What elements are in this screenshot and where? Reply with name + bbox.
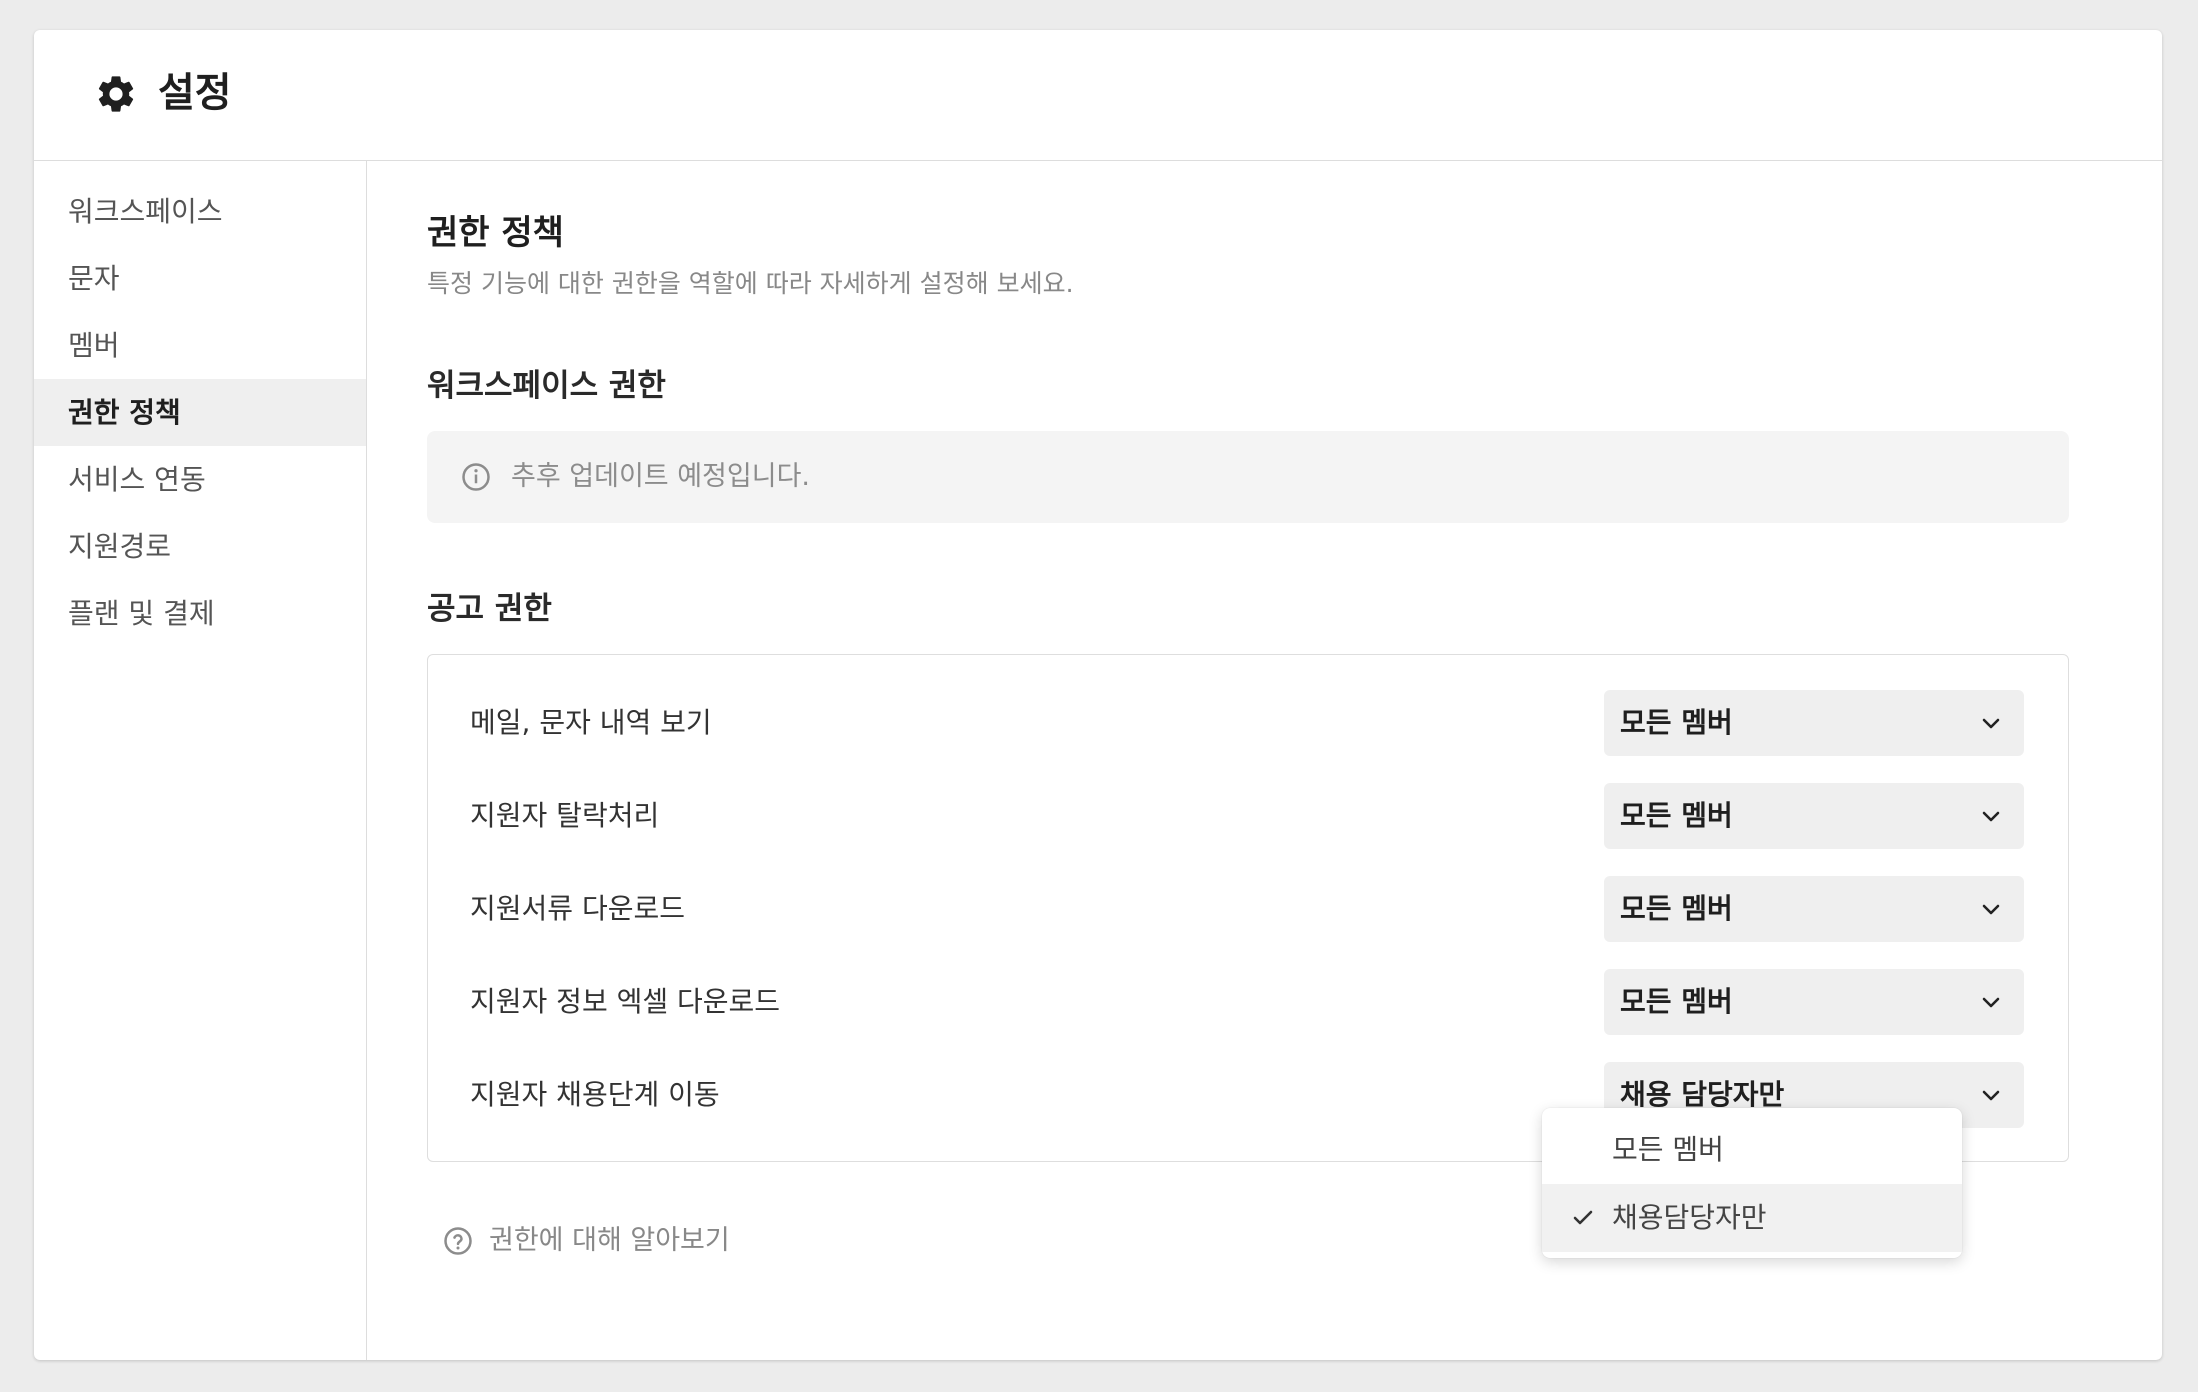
permission-label-download-documents: 지원서류 다운로드 bbox=[470, 892, 685, 925]
sidebar-item-service-integration[interactable]: 서비스 연동 bbox=[34, 446, 366, 513]
page-header-title: 설정 bbox=[158, 70, 232, 116]
settings-sidebar: 워크스페이스 문자 멤버 권한 정책 서비스 연동 지원경로 플랜 및 결제 bbox=[34, 161, 367, 1360]
role-dropdown-menu: 모든 멤버 채용담당자만 bbox=[1542, 1108, 1962, 1258]
select-value: 모든 멤버 bbox=[1620, 985, 1733, 1018]
dropdown-option-all-members[interactable]: 모든 멤버 bbox=[1542, 1116, 1962, 1184]
job-permission-title: 공고 권한 bbox=[427, 591, 552, 627]
update-notice: 추후 업데이트 예정입니다. bbox=[427, 431, 2069, 523]
dropdown-option-recruiters-only[interactable]: 채용담당자만 bbox=[1542, 1184, 1962, 1252]
permission-label-move-stage: 지원자 채용단계 이동 bbox=[470, 1078, 720, 1111]
info-icon bbox=[462, 463, 490, 491]
sidebar-item-members[interactable]: 멤버 bbox=[34, 312, 366, 379]
permission-select-download-documents[interactable]: 모든 멤버 bbox=[1604, 876, 2024, 942]
question-circle-icon bbox=[444, 1227, 472, 1255]
settings-header: 설정 bbox=[34, 30, 2162, 161]
page-title: 권한 정책 bbox=[427, 213, 564, 253]
notice-text: 추후 업데이트 예정입니다. bbox=[511, 461, 810, 492]
chevron-down-icon bbox=[1982, 997, 2000, 1008]
permission-label-excel-download: 지원자 정보 엑셀 다운로드 bbox=[470, 985, 781, 1018]
page-description: 특정 기능에 대한 권한을 역할에 따라 자세하게 설정해 보세요. bbox=[427, 269, 1074, 298]
permission-select-view-history[interactable]: 모든 멤버 bbox=[1604, 690, 2024, 756]
chevron-down-icon bbox=[1982, 718, 2000, 729]
sidebar-item-plan-billing[interactable]: 플랜 및 결제 bbox=[34, 580, 366, 647]
workspace-permission-title: 워크스페이스 권한 bbox=[427, 368, 666, 404]
sidebar-item-messages[interactable]: 문자 bbox=[34, 245, 366, 312]
gear-icon bbox=[98, 76, 134, 112]
sidebar-item-workspace[interactable]: 워크스페이스 bbox=[34, 178, 366, 245]
permission-select-reject-applicant[interactable]: 모든 멤버 bbox=[1604, 783, 2024, 849]
option-label: 채용담당자만 bbox=[1612, 1201, 1767, 1234]
chevron-down-icon bbox=[1982, 904, 2000, 915]
chevron-down-icon bbox=[1982, 811, 2000, 822]
select-value: 모든 멤버 bbox=[1620, 892, 1733, 925]
chevron-down-icon bbox=[1982, 1090, 2000, 1101]
permission-label-view-history: 메일, 문자 내역 보기 bbox=[470, 706, 712, 739]
permission-select-excel-download[interactable]: 모든 멤버 bbox=[1604, 969, 2024, 1035]
permission-label-reject-applicant: 지원자 탈락처리 bbox=[470, 799, 660, 832]
job-permission-list: 메일, 문자 내역 보기 모든 멤버 지원자 탈락처리 모든 멤버 지원서류 다… bbox=[427, 654, 2069, 1162]
select-value: 모든 멤버 bbox=[1620, 706, 1733, 739]
check-icon bbox=[1573, 1210, 1593, 1225]
help-link-text: 권한에 대해 알아보기 bbox=[489, 1225, 730, 1256]
option-label: 모든 멤버 bbox=[1612, 1133, 1724, 1166]
sidebar-item-permission-policy[interactable]: 권한 정책 bbox=[34, 379, 366, 446]
sidebar-item-application-channels[interactable]: 지원경로 bbox=[34, 513, 366, 580]
select-value: 모든 멤버 bbox=[1620, 799, 1733, 832]
